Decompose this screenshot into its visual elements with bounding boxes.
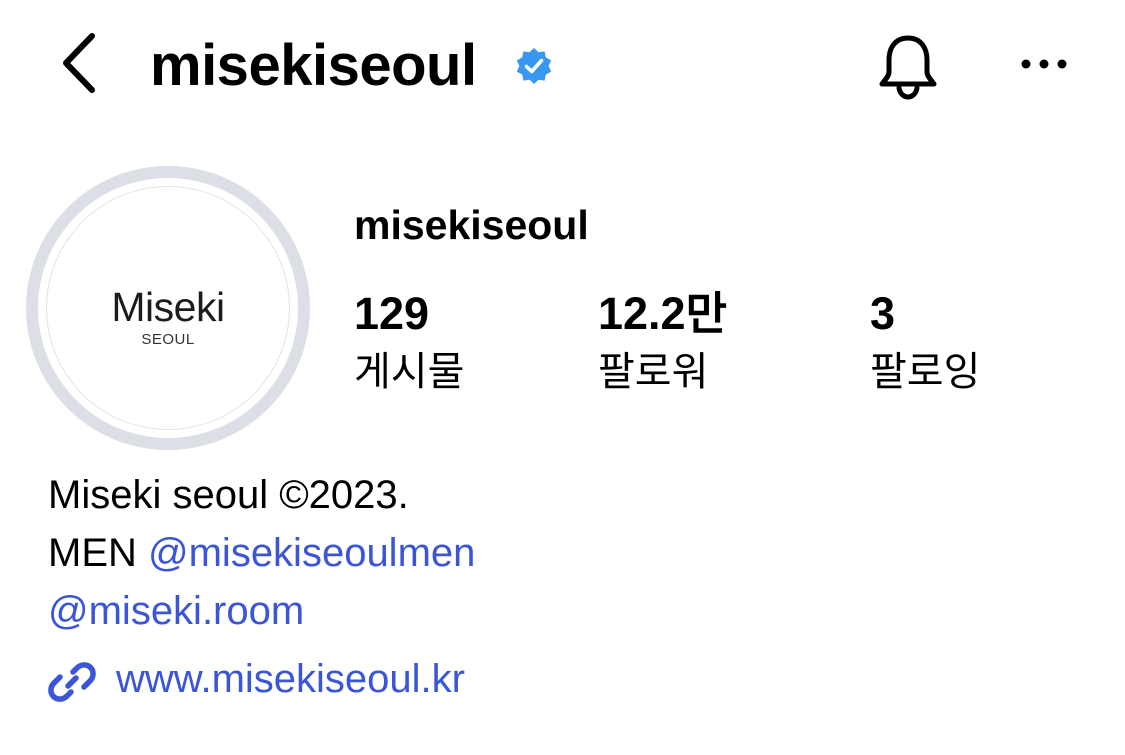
mention-link-room[interactable]: @miseki.room	[48, 589, 304, 633]
stat-following[interactable]: 3 팔로잉	[870, 284, 980, 398]
bio-text: MEN	[48, 531, 148, 575]
avatar-sub-text: SEOUL	[141, 331, 195, 348]
stat-posts-label: 게시물	[354, 350, 465, 394]
bell-icon	[879, 35, 937, 100]
stat-following-value: 3	[870, 288, 896, 339]
stat-posts-value: 129	[354, 288, 430, 339]
stat-posts[interactable]: 129 게시물	[354, 284, 464, 398]
verified-badge-icon	[514, 46, 554, 86]
more-horizontal-icon	[1021, 59, 1067, 69]
avatar-ring-gap: Miseki SEOUL	[38, 178, 298, 438]
bio-line: MEN @misekiseoulmen	[48, 524, 475, 582]
stat-followers[interactable]: 12.2만 팔로워	[598, 284, 727, 398]
stat-following-label: 팔로잉	[870, 350, 981, 394]
website-url[interactable]: www.misekiseoul.kr	[116, 650, 465, 708]
header-title: misekiseoul	[150, 33, 477, 98]
avatar-brand-text: Miseki	[111, 284, 225, 330]
link-icon	[48, 662, 96, 702]
profile-bio: Miseki seoul ©2023. MEN @misekiseoulmen …	[48, 466, 475, 640]
back-button[interactable]	[52, 28, 112, 98]
bio-line: Miseki seoul ©2023.	[48, 473, 409, 517]
mention-link-men[interactable]: @misekiseoulmen	[148, 531, 475, 575]
avatar-logo: Miseki SEOUL	[46, 186, 290, 430]
profile-header: misekiseoul	[0, 0, 1125, 130]
profile-username: misekiseoul	[354, 202, 589, 248]
bio-line: @miseki.room	[48, 582, 475, 640]
stat-followers-label: 팔로워	[598, 350, 709, 394]
avatar[interactable]: Miseki SEOUL	[26, 166, 310, 450]
more-options-button[interactable]	[1012, 44, 1076, 84]
chevron-left-icon	[63, 33, 95, 93]
notifications-button[interactable]	[872, 30, 944, 102]
stat-followers-value: 12.2만	[598, 288, 727, 339]
